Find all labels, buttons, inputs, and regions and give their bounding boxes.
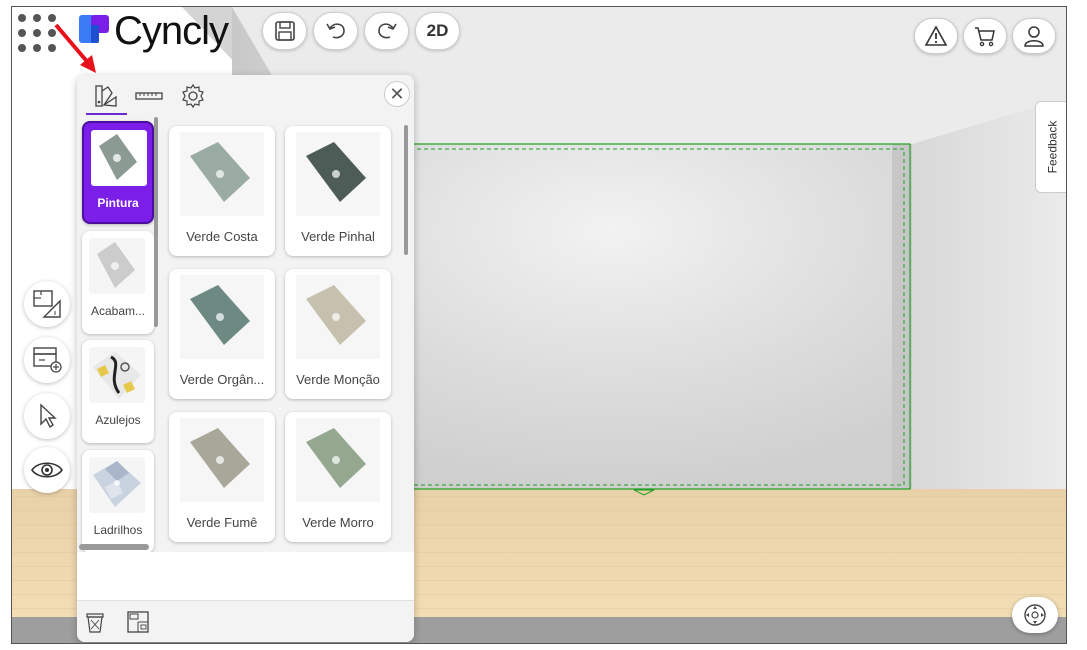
category-acabamentos[interactable]: Acabam... (82, 231, 154, 334)
swatch-card[interactable]: Verde Fumê (169, 412, 275, 542)
warning-button[interactable] (914, 18, 958, 54)
category-label: Azulejos (95, 413, 141, 427)
floorplan-measure-tool[interactable] (24, 281, 70, 327)
navigation-icon (1024, 604, 1046, 626)
category-thumbnail (89, 238, 145, 294)
navigation-control[interactable] (1012, 597, 1058, 633)
pointer-icon (40, 403, 57, 429)
feedback-tab[interactable]: Feedback (1035, 101, 1066, 193)
redo-icon (377, 23, 397, 39)
eye-icon (31, 462, 63, 478)
view-2d-button[interactable]: 2D (415, 12, 460, 50)
cart-icon (975, 27, 995, 47)
category-label: Ladrilhos (93, 523, 143, 537)
add-furniture-tool[interactable] (24, 337, 70, 383)
cart-button[interactable] (963, 18, 1007, 54)
save-button[interactable] (262, 12, 307, 50)
material-grid-scrollbar[interactable] (404, 125, 408, 255)
add-furniture-icon (33, 347, 62, 373)
panel-footer (77, 600, 414, 642)
category-scrollbar[interactable] (154, 117, 158, 327)
category-thumbnail (89, 457, 145, 513)
close-icon: ✕ (389, 83, 405, 104)
brand-name: Cyncly (114, 9, 229, 53)
tab-measure[interactable] (133, 81, 165, 111)
swatch-card[interactable]: Verde Monção (285, 269, 391, 399)
select-tool[interactable] (24, 393, 70, 439)
app-window: Cyncly 2D Feedback ✕ Pintura Acabam... A… (11, 6, 1067, 644)
logo: Cyncly (12, 7, 240, 63)
paint-swatches-icon (95, 85, 117, 107)
category-thumbnail (91, 130, 147, 186)
tab-settings[interactable] (177, 81, 209, 111)
category-thumbnail (89, 347, 145, 403)
gear-icon (182, 83, 204, 109)
material-grid: Verde Costa Verde Pinhal Verde Orgân... … (159, 117, 414, 552)
redo-button[interactable] (364, 12, 409, 50)
save-icon (274, 21, 295, 41)
swatch-card[interactable]: Verde Costa (169, 126, 275, 256)
swatch-thumbnail (180, 275, 264, 359)
undo-icon (325, 23, 345, 39)
category-label: Acabam... (90, 304, 146, 318)
floorplan-icon (127, 611, 149, 633)
visibility-tool[interactable] (24, 447, 70, 493)
swatch-thumbnail (296, 418, 380, 502)
floorplan-button[interactable] (126, 609, 150, 635)
close-panel-button[interactable]: ✕ (384, 81, 410, 107)
swatch-label: Verde Costa (186, 229, 258, 244)
panel-tabs: ✕ (77, 75, 414, 117)
ruler-icon (135, 92, 163, 100)
tab-materials[interactable] (90, 81, 122, 111)
user-icon (1024, 26, 1044, 47)
swatch-label: Verde Monção (296, 372, 380, 387)
swatch-label: Verde Orgân... (179, 372, 265, 387)
category-ladrilhos[interactable]: Ladrilhos (82, 450, 154, 552)
swatch-card[interactable]: Verde Orgân... (169, 269, 275, 399)
swatch-thumbnail (180, 132, 264, 216)
category-azulejos[interactable]: Azulejos (82, 340, 154, 443)
swatch-card[interactable]: Verde Morro (285, 412, 391, 542)
swatch-label: Verde Pinhal (301, 229, 375, 244)
active-tab-indicator (86, 113, 127, 115)
delete-button[interactable] (83, 609, 107, 635)
trash-icon (86, 613, 104, 633)
swatch-card[interactable]: Verde Pinhal (285, 126, 391, 256)
category-pintura[interactable]: Pintura (82, 121, 154, 224)
annotation-arrow-icon (54, 23, 96, 73)
materials-panel: ✕ Pintura Acabam... Azulejos Ladrilhos V… (77, 75, 414, 642)
swatch-thumbnail (296, 132, 380, 216)
swatch-label: Verde Fumê (186, 515, 258, 530)
swatch-label: Verde Morro (302, 515, 374, 530)
swatch-thumbnail (180, 418, 264, 502)
feedback-label: Feedback (1045, 120, 1060, 174)
category-horizontal-scrollbar[interactable] (79, 544, 149, 550)
swatch-thumbnail (296, 275, 380, 359)
floorplan-measure-icon (33, 290, 61, 318)
category-label: Pintura (97, 196, 139, 210)
undo-button[interactable] (313, 12, 358, 50)
warning-icon (924, 25, 948, 46)
category-list[interactable]: Pintura Acabam... Azulejos Ladrilhos (77, 117, 159, 552)
user-button[interactable] (1012, 18, 1056, 54)
